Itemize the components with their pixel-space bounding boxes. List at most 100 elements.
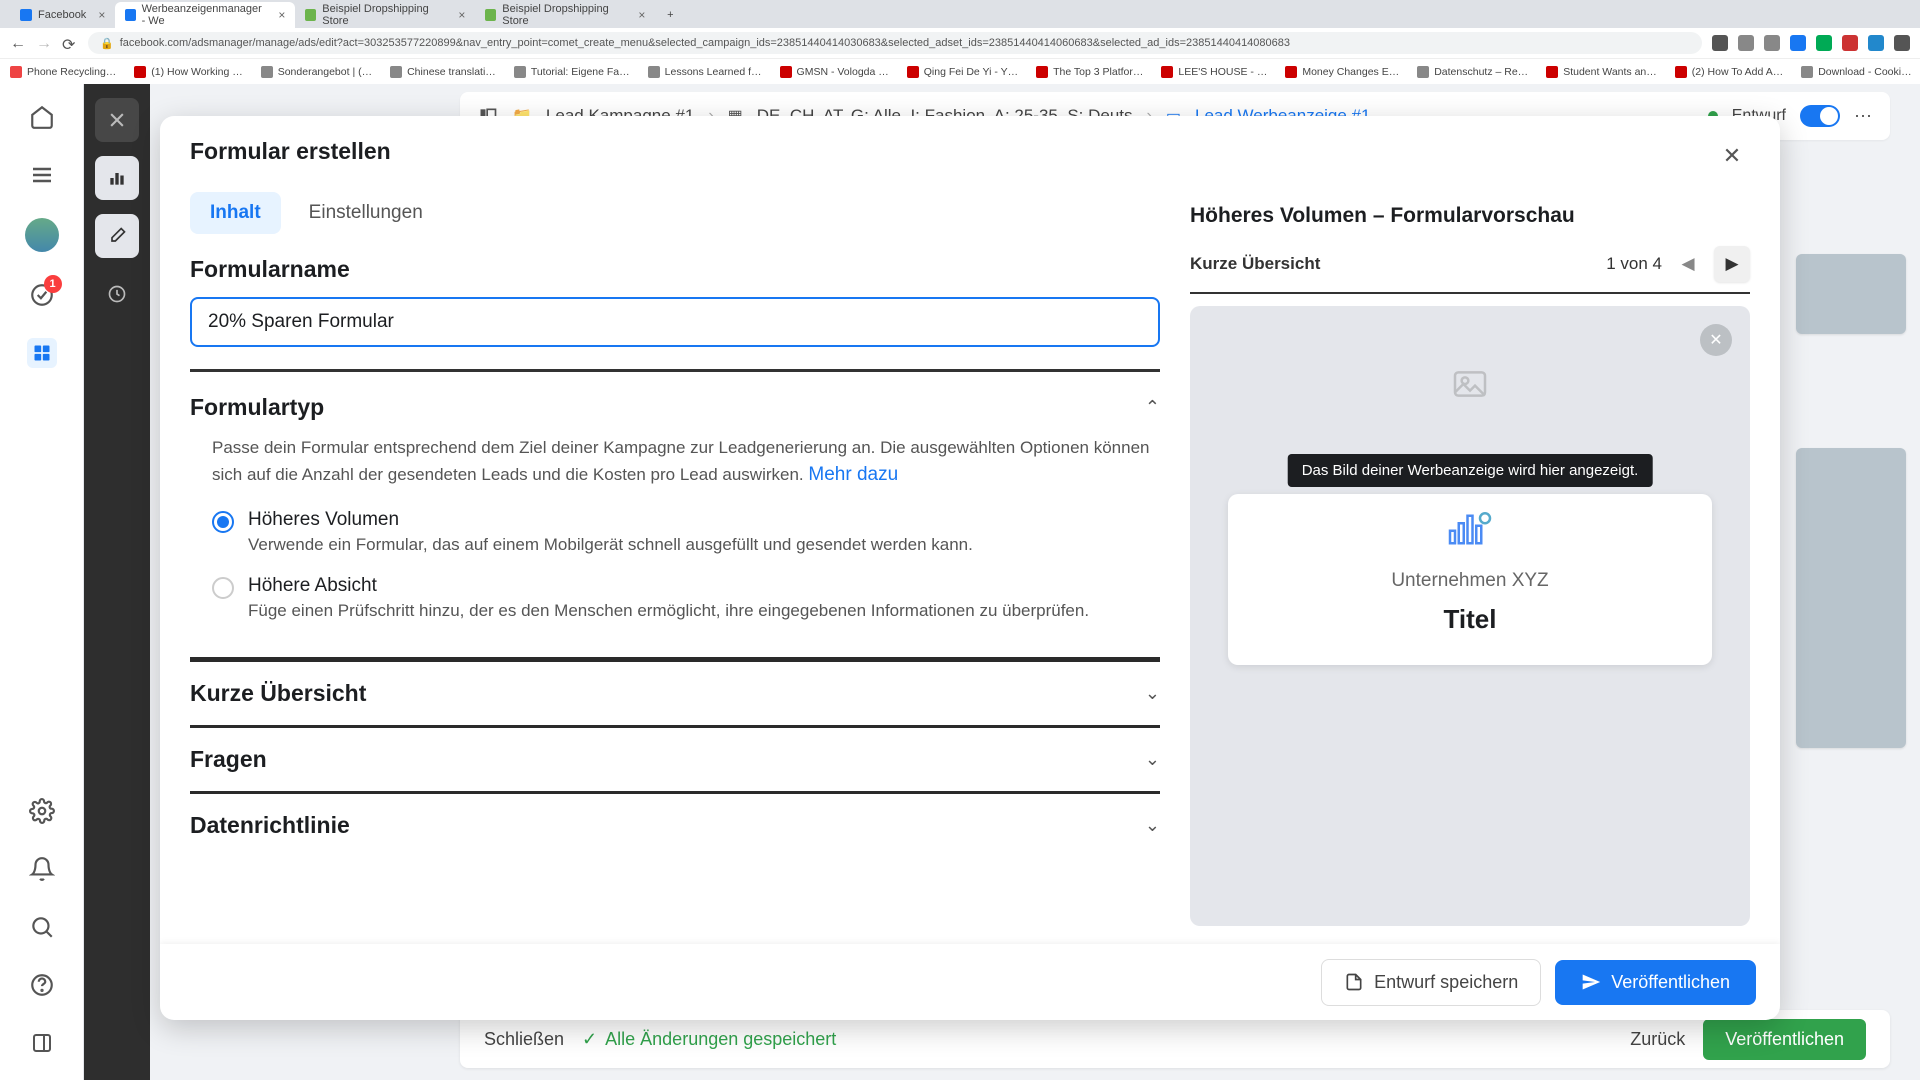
bookmark[interactable]: Lessons Learned f… bbox=[648, 66, 762, 78]
preview-thumb[interactable] bbox=[1796, 448, 1906, 748]
close-icon[interactable]: × bbox=[98, 8, 105, 22]
save-draft-button[interactable]: Entwurf speichern bbox=[1321, 959, 1541, 1006]
browser-tab[interactable]: Beispiel Dropshipping Store × bbox=[295, 2, 475, 28]
browser-chrome: Facebook× Werbeanzeigenmanager - We× Bei… bbox=[0, 0, 1920, 84]
chevron-up-icon: ⌃ bbox=[1145, 397, 1160, 418]
bookmark[interactable]: GMSN - Vologda … bbox=[780, 66, 889, 78]
back-icon[interactable]: ← bbox=[10, 35, 26, 51]
ext-icon[interactable] bbox=[1816, 35, 1832, 51]
close-icon[interactable]: × bbox=[458, 8, 465, 22]
address-bar-row: ← → ⟳ 🔒facebook.com/adsmanager/manage/ad… bbox=[0, 28, 1920, 58]
tab-label: Beispiel Dropshipping Store bbox=[502, 3, 626, 27]
ext-icon[interactable] bbox=[1738, 35, 1754, 51]
status-toggle[interactable] bbox=[1800, 105, 1840, 127]
edit-icon[interactable] bbox=[95, 214, 139, 258]
radio-icon bbox=[212, 511, 234, 533]
back-button[interactable]: Zurück bbox=[1630, 1029, 1685, 1050]
section-questions-header[interactable]: Fragen ⌄ bbox=[190, 746, 1160, 773]
modal-title: Formular erstellen bbox=[190, 138, 391, 165]
close-button[interactable]: Schließen bbox=[484, 1029, 564, 1050]
formtype-description: Passe dein Formular entsprechend dem Zie… bbox=[190, 421, 1160, 497]
learn-more-link[interactable]: Mehr dazu bbox=[808, 464, 898, 485]
section-privacy-header[interactable]: Datenrichtlinie ⌄ bbox=[190, 812, 1160, 839]
section-formtype: Formulartyp bbox=[190, 394, 324, 421]
radio-higher-volume[interactable]: Höheres Volumen Verwende ein Formular, d… bbox=[190, 497, 1160, 563]
publish-button[interactable]: Veröffentlichen bbox=[1703, 1019, 1866, 1060]
new-tab-button[interactable]: + bbox=[655, 2, 685, 28]
tab-label: Beispiel Dropshipping Store bbox=[322, 3, 446, 27]
ext-icon[interactable] bbox=[1790, 35, 1806, 51]
approvals-icon[interactable]: 1 bbox=[27, 280, 57, 310]
home-icon[interactable] bbox=[27, 102, 57, 132]
publish-button[interactable]: Veröffentlichen bbox=[1555, 960, 1756, 1005]
close-editor-button[interactable] bbox=[95, 98, 139, 142]
forward-icon[interactable]: → bbox=[36, 35, 52, 51]
browser-tab[interactable]: Beispiel Dropshipping Store × bbox=[475, 2, 655, 28]
bookmark[interactable]: Tutorial: Eigene Fa… bbox=[514, 66, 630, 78]
tab-settings[interactable]: Einstellungen bbox=[289, 192, 443, 234]
preview-step-counter: 1 von 4 bbox=[1606, 254, 1662, 274]
bookmark[interactable]: Sonderangebot | (… bbox=[261, 66, 372, 78]
bookmark[interactable]: Student Wants an… bbox=[1546, 66, 1657, 78]
preview-column: Höheres Volumen – Formularvorschau Kurze… bbox=[1190, 174, 1780, 944]
help-icon[interactable] bbox=[27, 970, 57, 1000]
bookmark[interactable]: Chinese translati… bbox=[390, 66, 496, 78]
form-name-input[interactable] bbox=[190, 297, 1160, 347]
ext-icon[interactable] bbox=[1712, 35, 1728, 51]
bookmark[interactable]: The Top 3 Platfor… bbox=[1036, 66, 1143, 78]
browser-tab[interactable]: Facebook× bbox=[10, 2, 115, 28]
insights-icon[interactable] bbox=[95, 156, 139, 200]
global-nav-rail: 1 bbox=[0, 84, 84, 1080]
bookmark[interactable]: Money Changes E… bbox=[1285, 66, 1399, 78]
section-overview-header[interactable]: Kurze Übersicht ⌄ bbox=[190, 680, 1160, 707]
modal-tabs: Inhalt Einstellungen bbox=[190, 192, 1160, 234]
section-privacy: Datenrichtlinie bbox=[190, 812, 350, 839]
browser-tab[interactable]: Werbeanzeigenmanager - We× bbox=[115, 2, 295, 28]
preview-tooltip: Das Bild deiner Werbeanzeige wird hier a… bbox=[1288, 454, 1653, 487]
notifications-icon[interactable] bbox=[27, 854, 57, 884]
bookmark[interactable]: (1) How Working … bbox=[134, 66, 242, 78]
ext-icon[interactable] bbox=[1764, 35, 1780, 51]
document-icon bbox=[1344, 972, 1364, 992]
avatar[interactable] bbox=[25, 218, 59, 252]
bookmark[interactable]: Download - Cooki… bbox=[1801, 66, 1911, 78]
radio-higher-intent[interactable]: Höhere Absicht Füge einen Prüfschritt hi… bbox=[190, 563, 1160, 629]
tab-content[interactable]: Inhalt bbox=[190, 192, 281, 234]
preview-thumb[interactable] bbox=[1796, 254, 1906, 334]
ext-icon[interactable] bbox=[1842, 35, 1858, 51]
section-formtype-header[interactable]: Formulartyp ⌃ bbox=[190, 394, 1160, 421]
menu-icon[interactable] bbox=[1894, 35, 1910, 51]
settings-icon[interactable] bbox=[27, 796, 57, 826]
prev-arrow-icon[interactable]: ◀ bbox=[1670, 246, 1706, 282]
url-input[interactable]: 🔒facebook.com/adsmanager/manage/ads/edit… bbox=[88, 32, 1702, 54]
radio-icon bbox=[212, 577, 234, 599]
collapse-icon[interactable] bbox=[27, 1028, 57, 1058]
close-icon[interactable]: ✕ bbox=[1714, 138, 1750, 174]
search-icon[interactable] bbox=[27, 912, 57, 942]
section-questions: Fragen bbox=[190, 746, 267, 773]
preview-card-title: Titel bbox=[1248, 604, 1692, 635]
form-content-column: Inhalt Einstellungen Formularname Formul… bbox=[160, 174, 1190, 944]
extension-icons bbox=[1712, 35, 1910, 51]
bookmark[interactable]: LEE'S HOUSE - … bbox=[1161, 66, 1267, 78]
menu-icon[interactable] bbox=[27, 160, 57, 190]
more-icon[interactable]: ⋯ bbox=[1854, 106, 1872, 127]
chevron-down-icon: ⌄ bbox=[1145, 749, 1160, 770]
next-arrow-icon[interactable]: ▶ bbox=[1714, 246, 1750, 282]
ext-icon[interactable] bbox=[1868, 35, 1884, 51]
history-icon[interactable] bbox=[95, 272, 139, 316]
section-formname: Formularname bbox=[190, 256, 1160, 283]
bookmark[interactable]: Qing Fei De Yi - Y… bbox=[907, 66, 1018, 78]
reload-icon[interactable]: ⟳ bbox=[62, 35, 78, 51]
close-icon[interactable]: ✕ bbox=[1700, 324, 1732, 356]
ad-preview-thumbs bbox=[1796, 254, 1906, 748]
bookmark[interactable]: Phone Recycling… bbox=[10, 66, 116, 78]
button-label: Veröffentlichen bbox=[1611, 972, 1730, 993]
ads-manager-icon[interactable] bbox=[27, 338, 57, 368]
close-icon[interactable]: × bbox=[638, 8, 645, 22]
url-text: facebook.com/adsmanager/manage/ads/edit?… bbox=[120, 37, 1290, 49]
bookmark[interactable]: Datenschutz – Re… bbox=[1417, 66, 1528, 78]
button-label: Entwurf speichern bbox=[1374, 972, 1518, 993]
bookmark[interactable]: (2) How To Add A… bbox=[1675, 66, 1783, 78]
close-icon[interactable]: × bbox=[278, 8, 285, 22]
